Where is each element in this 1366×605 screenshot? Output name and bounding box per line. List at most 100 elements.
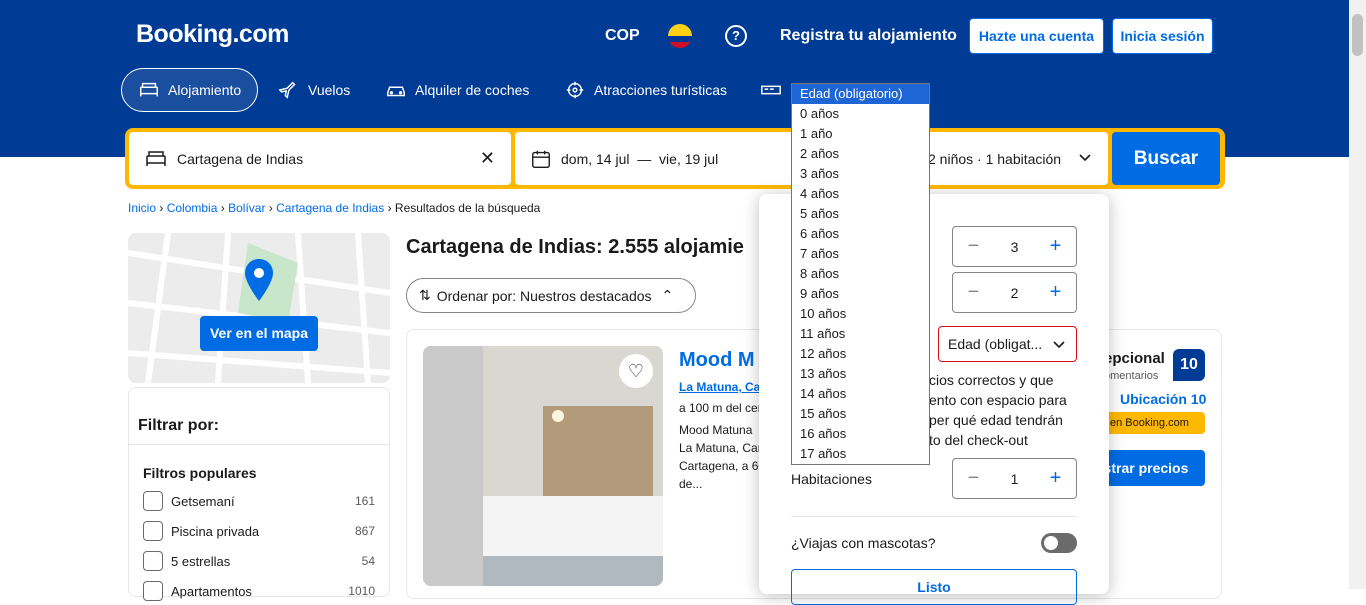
search-button[interactable]: Buscar bbox=[1112, 132, 1220, 185]
checkbox[interactable] bbox=[143, 581, 163, 601]
checkbox[interactable] bbox=[143, 551, 163, 571]
sort-button[interactable]: ⇅ Ordenar por: Nuestros destacados ⌃ bbox=[406, 278, 696, 313]
nav-tab-vuelos[interactable]: Vuelos bbox=[278, 68, 350, 112]
age-dropdown-list: Edad (obligatorio) 0 años 1 año 2 años 3… bbox=[791, 83, 930, 465]
filter-label: Getsemaní bbox=[171, 493, 235, 509]
colombia-flag-icon[interactable] bbox=[668, 24, 692, 48]
breadcrumb-colombia[interactable]: Colombia bbox=[167, 201, 218, 215]
minus-icon[interactable]: − bbox=[953, 467, 994, 490]
review-score[interactable]: 10 bbox=[1173, 349, 1205, 381]
breadcrumb-bolivar[interactable]: Bolívar bbox=[228, 201, 265, 215]
create-account-button[interactable]: Hazte una cuenta bbox=[969, 18, 1104, 54]
filter-count: 161 bbox=[354, 494, 375, 508]
age-option[interactable]: 17 años bbox=[792, 444, 929, 464]
hotel-distance: a 100 m del cen bbox=[679, 401, 765, 415]
age-note: cios correctos y que bbox=[929, 372, 1054, 388]
pets-toggle[interactable] bbox=[1041, 533, 1077, 553]
divider bbox=[129, 444, 389, 445]
done-button[interactable]: Listo bbox=[791, 569, 1077, 605]
child-age-select[interactable]: Edad (obligat... bbox=[938, 326, 1077, 362]
sort-label: Ordenar por: Nuestros destacados bbox=[436, 287, 652, 304]
chevron-right-icon: › bbox=[159, 201, 167, 215]
map-preview[interactable]: Ver en el mapa bbox=[128, 233, 390, 383]
plus-icon[interactable]: + bbox=[1035, 281, 1076, 304]
register-property-link[interactable]: Registra tu alojamiento bbox=[780, 27, 957, 45]
hotel-desc-line: La Matuna, Car bbox=[679, 441, 762, 455]
plus-icon[interactable]: + bbox=[1035, 467, 1076, 490]
destination-field[interactable]: Cartagena de Indias ✕ bbox=[129, 132, 511, 185]
chevron-updown-icon: ⌃ bbox=[661, 287, 674, 303]
rooms-stepper[interactable]: − 1 + bbox=[952, 458, 1077, 499]
popular-filters-title: Filtros populares bbox=[143, 465, 257, 481]
show-prices-button[interactable]: ostrar precios bbox=[1095, 450, 1205, 486]
age-option[interactable]: 2 años bbox=[792, 144, 929, 164]
chevron-right-icon: › bbox=[220, 201, 229, 215]
age-option[interactable]: 3 años bbox=[792, 164, 929, 184]
age-option[interactable]: 9 años bbox=[792, 284, 929, 304]
age-option[interactable]: 5 años bbox=[792, 204, 929, 224]
age-option[interactable]: 1 año bbox=[792, 124, 929, 144]
age-option[interactable]: 13 años bbox=[792, 364, 929, 384]
breadcrumb: Inicio › Colombia › Bolívar › Cartagena … bbox=[128, 201, 540, 215]
checkbox[interactable] bbox=[143, 521, 163, 541]
scrollbar-thumb[interactable] bbox=[1352, 14, 1363, 56]
plane-icon bbox=[278, 81, 296, 99]
filter-option[interactable]: 5 estrellas 54 bbox=[143, 550, 375, 572]
nav-tab-alquiler-coches[interactable]: Alquiler de coches bbox=[385, 68, 529, 112]
booking-badge: en Booking.com bbox=[1104, 412, 1205, 434]
clear-destination-icon[interactable]: ✕ bbox=[480, 148, 495, 169]
occupancy-value: 2 niños · 1 habitación bbox=[928, 150, 1062, 167]
booking-logo[interactable]: Booking.com bbox=[136, 20, 289, 49]
page-scrollbar[interactable] bbox=[1349, 0, 1366, 589]
filter-option[interactable]: Getsemaní 161 bbox=[143, 490, 375, 512]
age-option[interactable]: 0 años bbox=[792, 104, 929, 124]
checkbox[interactable] bbox=[143, 491, 163, 511]
minus-icon[interactable]: − bbox=[953, 281, 994, 304]
filter-option[interactable]: Apartamentos 1010 bbox=[143, 580, 375, 602]
age-option[interactable]: 16 años bbox=[792, 424, 929, 444]
nav-tab-alojamiento[interactable]: Alojamiento bbox=[121, 68, 259, 112]
age-option[interactable]: 14 años bbox=[792, 384, 929, 404]
plus-icon[interactable]: + bbox=[1035, 235, 1076, 258]
chevron-down-icon bbox=[1053, 341, 1065, 349]
age-option[interactable]: 6 años bbox=[792, 224, 929, 244]
age-option[interactable]: 15 años bbox=[792, 404, 929, 424]
breadcrumb-inicio[interactable]: Inicio bbox=[128, 201, 156, 215]
minus-icon[interactable]: − bbox=[953, 235, 994, 258]
nav-tab-taxi[interactable] bbox=[760, 68, 782, 112]
sign-in-button[interactable]: Inicia sesión bbox=[1112, 18, 1213, 54]
map-pin-icon bbox=[245, 259, 273, 301]
age-option[interactable]: 4 años bbox=[792, 184, 929, 204]
hotel-name[interactable]: Mood M bbox=[679, 349, 755, 372]
age-option[interactable]: 8 años bbox=[792, 264, 929, 284]
children-stepper[interactable]: − 2 + bbox=[952, 272, 1077, 313]
nav-tab-label: Alquiler de coches bbox=[415, 82, 530, 98]
review-label: epcional bbox=[1104, 350, 1165, 367]
bed-icon bbox=[146, 150, 166, 166]
bed-icon bbox=[140, 82, 158, 97]
age-option[interactable]: 12 años bbox=[792, 344, 929, 364]
heart-icon[interactable]: ♡ bbox=[619, 354, 653, 388]
age-option-selected[interactable]: Edad (obligatorio) bbox=[792, 84, 929, 104]
filter-option[interactable]: Piscina privada 867 bbox=[143, 520, 375, 542]
age-option[interactable]: 7 años bbox=[792, 244, 929, 264]
nav-tab-atracciones[interactable]: Atracciones turísticas bbox=[564, 68, 727, 112]
dates-field[interactable]: dom, 14 jul — vie, 19 jul bbox=[515, 132, 805, 185]
divider bbox=[791, 516, 1077, 517]
hotel-location-link[interactable]: La Matuna, Car bbox=[679, 380, 765, 394]
currency-button[interactable]: COP bbox=[605, 27, 640, 45]
breadcrumb-current: Resultados de la búsqueda bbox=[394, 201, 541, 215]
rooms-label: Habitaciones bbox=[791, 471, 872, 487]
help-icon[interactable]: ? bbox=[725, 25, 747, 47]
age-option[interactable]: 11 años bbox=[792, 324, 929, 344]
chevron-down-icon bbox=[1078, 150, 1092, 167]
adults-stepper[interactable]: − 3 + bbox=[952, 226, 1077, 267]
age-option[interactable]: 10 años bbox=[792, 304, 929, 324]
breadcrumb-cartagena[interactable]: Cartagena de Indias bbox=[276, 201, 384, 215]
nav-tab-label: Vuelos bbox=[308, 82, 351, 98]
destination-value: Cartagena de Indias bbox=[177, 150, 304, 167]
age-select-value: Edad (obligat... bbox=[948, 336, 1043, 352]
nav-tab-label: Alojamiento bbox=[168, 82, 242, 98]
show-on-map-button[interactable]: Ver en el mapa bbox=[200, 316, 318, 351]
location-score: Ubicación 10 bbox=[1120, 391, 1207, 407]
